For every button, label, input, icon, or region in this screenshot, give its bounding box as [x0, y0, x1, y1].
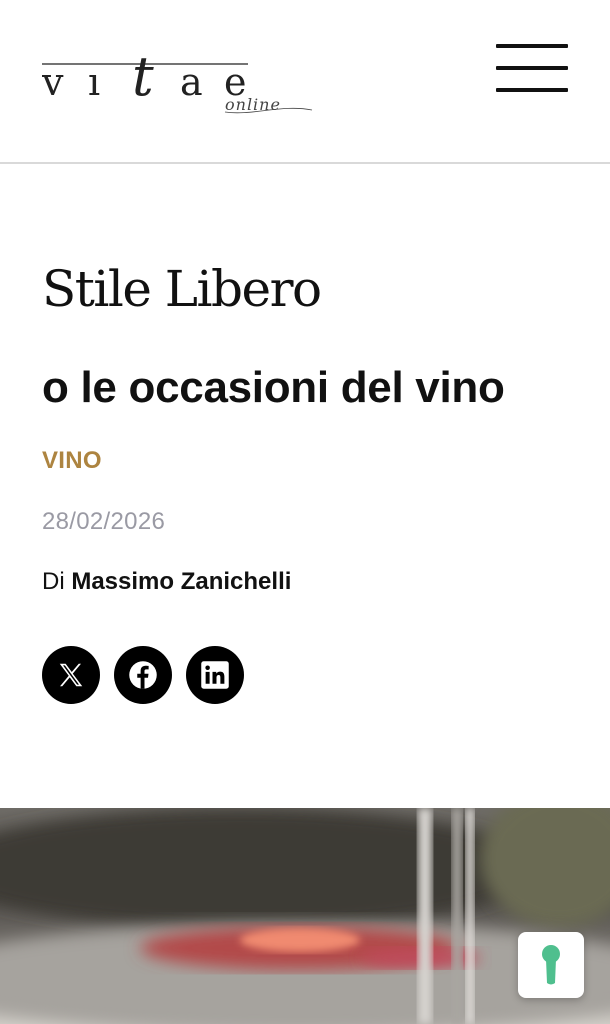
- page: v ı t a e online Stile Libero o le occas…: [0, 0, 610, 1024]
- svg-text:a: a: [180, 60, 203, 104]
- site-header: v ı t a e online: [0, 0, 610, 164]
- facebook-icon: [129, 661, 157, 689]
- share-linkedin-button[interactable]: [186, 646, 244, 704]
- menu-bar-icon: [496, 88, 568, 92]
- share-x-button[interactable]: [42, 646, 100, 704]
- x-twitter-icon: [59, 663, 83, 687]
- category-link[interactable]: VINO: [42, 447, 102, 475]
- linkedin-icon: [201, 661, 229, 689]
- svg-text:online: online: [225, 95, 281, 114]
- article-title: Stile Libero: [42, 260, 322, 318]
- article-subtitle: o le occasioni del vino: [42, 363, 505, 412]
- author-name-link[interactable]: Massimo Zanichelli: [71, 568, 291, 595]
- privacy-settings-button[interactable]: [518, 932, 584, 998]
- author-line: Di Massimo Zanichelli: [42, 568, 291, 596]
- svg-text:ı: ı: [88, 60, 100, 104]
- site-logo[interactable]: v ı t a e online: [42, 40, 317, 120]
- menu-bar-icon: [496, 66, 568, 70]
- author-prefix: Di: [42, 568, 65, 595]
- hamburger-menu-button[interactable]: [496, 44, 568, 94]
- share-facebook-button[interactable]: [114, 646, 172, 704]
- publish-date: 28/02/2026: [42, 508, 166, 535]
- share-buttons: [42, 646, 244, 704]
- svg-text:v: v: [42, 60, 65, 104]
- svg-text:t: t: [132, 45, 154, 108]
- keyhole-icon: [542, 945, 560, 985]
- vitae-logo-graphic: v ı t a e online: [42, 45, 313, 114]
- menu-bar-icon: [496, 44, 568, 48]
